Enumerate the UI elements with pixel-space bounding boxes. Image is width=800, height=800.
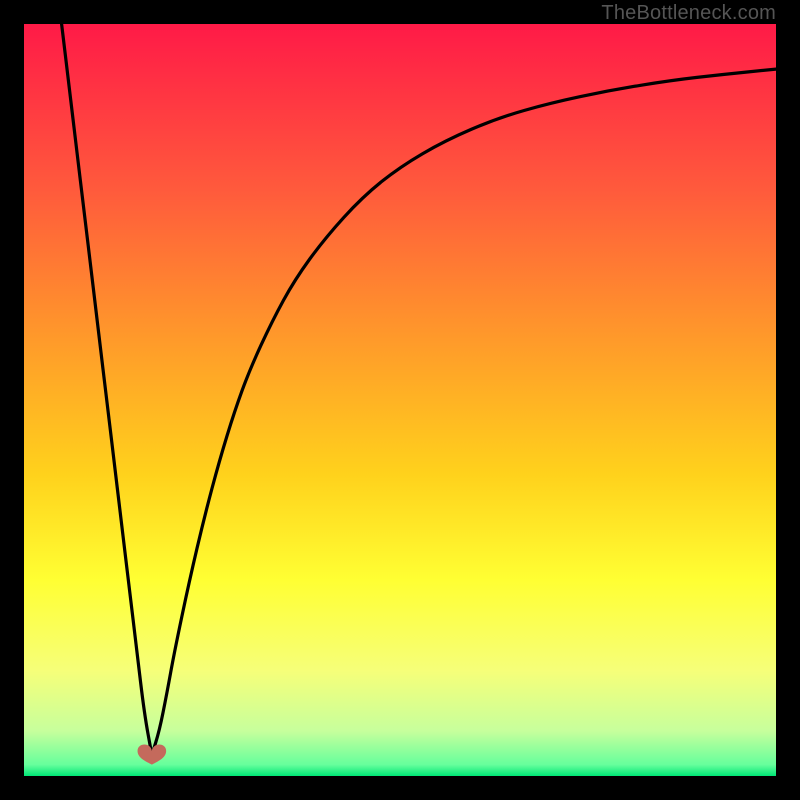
chart-frame: TheBottleneck.com bbox=[0, 0, 800, 800]
bottleneck-chart bbox=[24, 24, 776, 776]
watermark-text: TheBottleneck.com bbox=[601, 2, 776, 25]
